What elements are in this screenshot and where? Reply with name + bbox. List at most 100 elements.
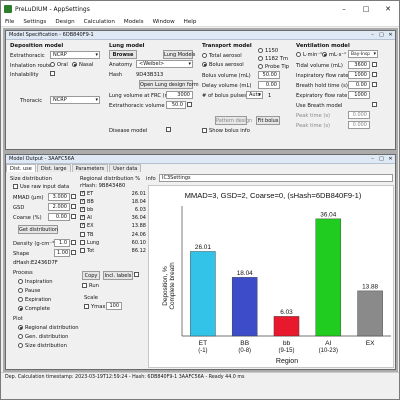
coarse-checkbox[interactable]: [71, 214, 78, 220]
frc-input[interactable]: 3000: [166, 91, 193, 99]
insp-flow-input[interactable]: 1000: [348, 71, 370, 79]
density-input[interactable]: 1.0: [54, 239, 70, 247]
region-row[interactable]: bb 6.03: [80, 206, 148, 215]
bolus-pulses-mode-select[interactable]: Auto: [246, 91, 263, 99]
pattern-design-button[interactable]: Pattern design: [215, 116, 252, 125]
probe-tip-option[interactable]: Probe Tip: [258, 64, 289, 70]
chart-tick-label: AI: [325, 340, 331, 347]
use-raw-data-checkbox[interactable]: Use raw input data: [13, 184, 69, 190]
menu-settings[interactable]: Settings: [23, 19, 46, 25]
process-inspiration-radio[interactable]: Inspiration: [18, 279, 53, 285]
plot-size-radio[interactable]: Size distribution: [18, 343, 67, 349]
maximize-icon[interactable]: □: [377, 156, 386, 162]
minimize-icon[interactable]: –: [368, 156, 377, 162]
breathing-pattern-select[interactable]: Bay-Insp: [348, 50, 378, 58]
region-row[interactable]: AI 36.04: [80, 214, 148, 223]
menu-window[interactable]: Window: [153, 19, 175, 25]
process-pause-radio[interactable]: Pause: [18, 288, 40, 294]
maximize-icon[interactable]: □: [355, 5, 377, 13]
anatomy-select[interactable]: <Weibel>: [136, 60, 193, 68]
breath-hold-checkbox[interactable]: [372, 82, 379, 88]
process-complete-radio[interactable]: Complete: [18, 306, 50, 312]
maximize-icon[interactable]: □: [377, 32, 386, 38]
minimize-icon[interactable]: –: [368, 32, 377, 38]
model-spec-titlebar[interactable]: Model Specification - 6DB840F9-1 – □ ✕: [6, 31, 395, 40]
tab-parameters[interactable]: Parameters: [71, 164, 109, 172]
disease-model-checkbox[interactable]: [166, 127, 173, 133]
ymax-checkbox[interactable]: Ymax: [84, 304, 105, 310]
route-nasal-radio[interactable]: Nasal: [72, 62, 93, 68]
mmad-checkbox[interactable]: [71, 194, 78, 200]
extrathoracic-select[interactable]: NCRP: [50, 51, 100, 59]
tp-1150-option[interactable]: 1150: [258, 48, 278, 54]
tp-1182-option[interactable]: 1182 Tm: [258, 56, 288, 62]
gsd-checkbox[interactable]: [71, 204, 78, 210]
close-icon[interactable]: ✕: [386, 32, 395, 38]
mmad-input[interactable]: 3.000: [48, 193, 70, 201]
chart-bar-ai: [315, 218, 342, 337]
close-icon[interactable]: ✕: [386, 156, 395, 162]
minimize-icon[interactable]: –: [333, 5, 355, 13]
tab-dist-large[interactable]: Dist. large: [36, 164, 71, 172]
tab-dist-use[interactable]: Dist. use: [6, 164, 36, 172]
insp-flow-label: Inspiratory flow rate: [296, 73, 349, 79]
menu-file[interactable]: File: [5, 19, 14, 25]
menu-help[interactable]: Help: [184, 19, 197, 25]
et-volume-input[interactable]: 50.0: [166, 101, 186, 109]
browse-button[interactable]: Browse: [109, 50, 137, 59]
total-aerosol-radio[interactable]: Total aerosol: [202, 53, 242, 59]
thoracic-select[interactable]: NCRP: [50, 96, 100, 104]
bolus-aerosol-radio[interactable]: Bolus aerosol: [202, 62, 244, 68]
plot-regional-radio[interactable]: Regional distribution: [18, 325, 79, 331]
lung-models-button[interactable]: Lung Models: [163, 50, 195, 59]
et-volume-checkbox[interactable]: [187, 102, 194, 108]
include-labels-button[interactable]: Incl. labels: [103, 271, 133, 280]
breath-hold-input[interactable]: 0.00: [348, 81, 370, 89]
gsd-input[interactable]: 2.000: [48, 203, 70, 211]
tidal-volume-input[interactable]: 3600: [348, 61, 370, 69]
run-checkbox[interactable]: Run: [82, 283, 99, 289]
tidal-volume-checkbox[interactable]: [372, 62, 379, 68]
breath-model-checkbox[interactable]: [372, 102, 379, 108]
density-checkbox[interactable]: [71, 240, 78, 246]
process-expiration-radio[interactable]: Expiration: [18, 297, 51, 303]
menu-models[interactable]: Models: [124, 19, 144, 25]
region-row[interactable]: TB 24.06: [80, 232, 148, 240]
delay-volume-input[interactable]: 0.00: [258, 81, 280, 89]
radio-icon: [296, 52, 301, 57]
region-row[interactable]: ET 26.01: [80, 190, 148, 199]
close-icon[interactable]: ✕: [377, 5, 399, 13]
menu-calculation[interactable]: Calculation: [84, 19, 115, 25]
get-distribution-button[interactable]: Get distribution: [18, 225, 58, 234]
copy-button[interactable]: Copy: [82, 271, 100, 280]
unit-mls-radio[interactable]: mL·s⁻¹: [322, 52, 346, 58]
region-row[interactable]: EX 13.88: [80, 222, 148, 231]
shape-checkbox[interactable]: [71, 250, 78, 256]
peak-time-input[interactable]: 0.000: [348, 111, 370, 119]
ymax-input[interactable]: 100: [106, 302, 122, 310]
shape-input[interactable]: 1.00: [54, 249, 70, 257]
inhalability-checkbox[interactable]: [50, 71, 57, 77]
chart-data-label: 13.88: [362, 283, 378, 290]
tab-user-data[interactable]: User data: [109, 164, 142, 172]
region-row[interactable]: Lung 60.10: [80, 240, 148, 248]
include-labels-checkbox[interactable]: [134, 272, 141, 278]
show-bolus-info-checkbox[interactable]: Show bolus info: [202, 128, 250, 134]
radio-icon: [202, 62, 207, 67]
exp-flow-input[interactable]: 1000: [348, 91, 370, 99]
info-field[interactable]: IC3Settings: [159, 174, 393, 182]
region-row[interactable]: Tot 86.12: [80, 248, 148, 256]
plot-generation-radio[interactable]: Gen. distribution: [18, 334, 68, 340]
fit-bolus-button[interactable]: Fit bolus: [256, 116, 280, 125]
insp-flow-checkbox[interactable]: [372, 72, 379, 78]
menu-design[interactable]: Design: [55, 19, 74, 25]
model-output-titlebar[interactable]: Model Output - 3AAFC56A – □ ✕: [6, 155, 395, 164]
bolus-volume-input[interactable]: 50.00: [258, 71, 280, 79]
unit-lmin-radio[interactable]: L·min⁻¹: [296, 52, 322, 58]
peak-time-2-input[interactable]: 0.000: [348, 121, 370, 129]
region-row[interactable]: BB 18.04: [80, 198, 148, 207]
app-title: PreLuDIUM - AppSettings: [15, 5, 90, 13]
route-oral-radio[interactable]: Oral: [50, 62, 68, 68]
coarse-input[interactable]: 0.00: [48, 213, 70, 221]
open-lung-design-button[interactable]: Open Lung design form: [139, 80, 199, 89]
